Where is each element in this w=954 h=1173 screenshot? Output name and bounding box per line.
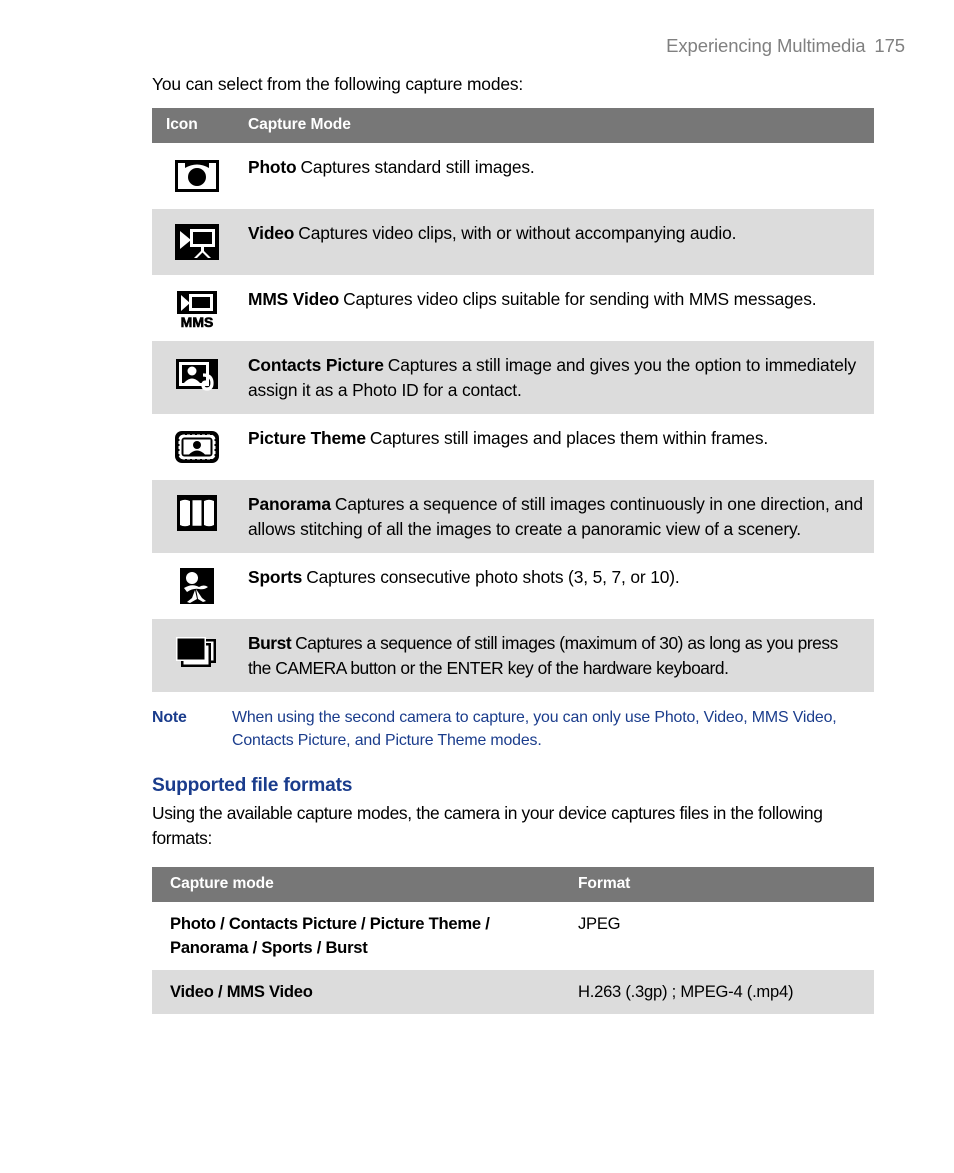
formats-header-row: Capture mode Format xyxy=(152,867,874,902)
table-row: Photo / Contacts Picture / Picture Theme… xyxy=(152,902,874,970)
column-header-format: Format xyxy=(574,867,874,902)
mode-description: Captures a sequence of still images (max… xyxy=(248,633,838,678)
icon-cell xyxy=(152,619,242,692)
icon-cell xyxy=(152,553,242,619)
mode-description: Captures video clips, with or without ac… xyxy=(298,223,737,243)
description-cell: Panorama Captures a sequence of still ima… xyxy=(242,480,874,553)
note-label: Note xyxy=(152,709,187,726)
table-row: Photo Captures standard still images. xyxy=(152,143,874,209)
mode-name: Picture Theme xyxy=(248,428,366,448)
column-header-icon: Icon xyxy=(152,108,242,143)
description-cell: Picture Theme Captures still images and p… xyxy=(242,414,874,480)
table-row: Video / MMS Video H.263 (.3gp) ; MPEG-4 … xyxy=(152,970,874,1014)
icon-cell xyxy=(152,341,242,414)
table-row: MMS MMS Video Captures video clips suitab… xyxy=(152,275,874,341)
description-cell: Burst Captures a sequence of still images… xyxy=(242,619,874,692)
capture-mode-cell: Video / MMS Video xyxy=(170,982,313,1001)
table-row: Sports Captures consecutive photo shots (… xyxy=(152,553,874,619)
table-row: Video Captures video clips, with or witho… xyxy=(152,209,874,275)
sports-icon xyxy=(172,565,222,607)
icon-cell: MMS xyxy=(152,275,242,341)
capture-modes-table: Icon Capture Mode Photo Captures standar… xyxy=(152,108,874,692)
icon-cell xyxy=(152,414,242,480)
capture-modes-header-row: Icon Capture Mode xyxy=(152,108,874,143)
description-cell: Sports Captures consecutive photo shots (… xyxy=(242,553,874,619)
mode-description: Captures still images and places them wi… xyxy=(369,428,769,448)
column-header-capture-mode: Capture mode xyxy=(152,867,574,902)
icon-cell xyxy=(152,209,242,275)
icon-cell xyxy=(152,143,242,209)
mode-name: Video xyxy=(248,223,295,243)
table-row: Panorama Captures a sequence of still ima… xyxy=(152,480,874,553)
description-cell: MMS Video Captures video clips suitable f… xyxy=(242,275,874,341)
contacts-picture-icon xyxy=(172,353,222,395)
format-cell: H.263 (.3gp) ; MPEG-4 (.mp4) xyxy=(578,982,794,1001)
description-cell: Video Captures video clips, with or witho… xyxy=(242,209,874,275)
mms-video-icon: MMS xyxy=(172,287,222,329)
document-page: Experiencing Multimedia 175 You can selec… xyxy=(0,0,954,1173)
section-heading: Supported file formats xyxy=(152,775,353,796)
chapter-title: Experiencing Multimedia xyxy=(666,35,866,56)
mode-description: Captures consecutive photo shots (3, 5, … xyxy=(306,567,680,587)
panorama-icon xyxy=(172,492,222,534)
mode-name: Panorama xyxy=(248,494,331,514)
table-row: Burst Captures a sequence of still images… xyxy=(152,619,874,692)
note-block: Note When using the second camera to cap… xyxy=(152,706,874,752)
running-header: Experiencing Multimedia 175 xyxy=(666,35,905,57)
capture-mode-cell: Photo / Contacts Picture / Picture Theme… xyxy=(170,914,490,957)
video-camera-icon xyxy=(172,221,222,263)
mode-description: Captures video clips suitable for sendin… xyxy=(343,289,817,309)
note-text: When using the second camera to capture,… xyxy=(232,709,837,749)
burst-icon xyxy=(172,631,222,673)
page-number: 175 xyxy=(874,35,905,56)
page-content: You can select from the following captur… xyxy=(152,72,874,1014)
mode-name: Contacts Picture xyxy=(248,355,384,375)
table-row: Contacts Picture Captures a still image a… xyxy=(152,341,874,414)
svg-text:MMS: MMS xyxy=(181,314,214,329)
camera-photo-icon xyxy=(172,155,222,197)
intro-paragraph: You can select from the following captur… xyxy=(152,74,524,94)
description-cell: Photo Captures standard still images. xyxy=(242,143,874,209)
mode-name: Sports xyxy=(248,567,303,587)
supported-formats-table: Capture mode Format Photo / Contacts Pic… xyxy=(152,867,874,1014)
mode-description: Captures standard still images. xyxy=(300,157,535,177)
description-cell: Contacts Picture Captures a still image a… xyxy=(242,341,874,414)
mode-name: Burst xyxy=(248,633,292,653)
mode-name: Photo xyxy=(248,157,297,177)
section-body-paragraph: Using the available capture modes, the c… xyxy=(152,803,823,848)
format-cell: JPEG xyxy=(578,914,621,933)
picture-theme-icon xyxy=(172,426,222,468)
table-row: Picture Theme Captures still images and p… xyxy=(152,414,874,480)
mode-name: MMS Video xyxy=(248,289,340,309)
mode-description: Captures a sequence of still images cont… xyxy=(248,494,863,539)
icon-cell xyxy=(152,480,242,553)
column-header-capture-mode: Capture Mode xyxy=(242,108,874,143)
